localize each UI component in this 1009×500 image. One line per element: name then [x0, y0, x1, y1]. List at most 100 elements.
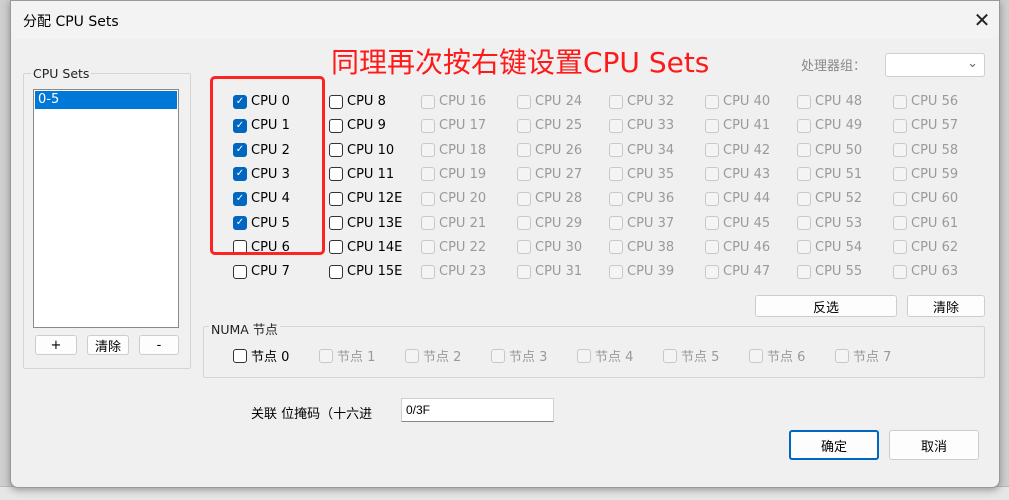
checkbox-unchecked-icon: [609, 167, 623, 182]
clear-cpus-button[interactable]: 清除: [907, 295, 985, 317]
cpu-checkbox: CPU 44: [705, 191, 770, 206]
cpu-label: CPU 7: [251, 264, 290, 280]
list-item[interactable]: 0-5: [35, 91, 177, 109]
cpu-checkbox: CPU 48: [797, 94, 862, 109]
numa-node-label: 节点 3: [509, 350, 548, 365]
cpu-checkbox[interactable]: CPU 8: [329, 94, 386, 109]
checkbox-unchecked-icon: [893, 240, 907, 255]
cpu-label: CPU 39: [627, 264, 675, 280]
cpu-label: CPU 63: [911, 264, 959, 280]
checkbox-unchecked-icon: [797, 143, 811, 158]
cpu-checkbox: CPU 33: [609, 118, 674, 133]
checkbox-unchecked-icon: [609, 216, 623, 230]
annotation-text: 同理再次按右键设置CPU Sets: [331, 46, 710, 79]
cpu-checkbox: CPU 56: [893, 94, 958, 109]
cpu-label: CPU 62: [911, 239, 959, 255]
cpu-label: CPU 47: [723, 264, 771, 280]
checkbox-unchecked-icon: [609, 94, 623, 109]
cpu-label: CPU 53: [815, 215, 863, 231]
cpu-checkbox: CPU 20: [421, 191, 486, 206]
checkbox-unchecked-icon: [893, 118, 907, 133]
cpu-label: CPU 36: [627, 191, 675, 207]
cpu-checkbox[interactable]: CPU 15E: [329, 264, 402, 279]
cpu-checkbox: CPU 51: [797, 167, 862, 182]
numa-node-checkbox[interactable]: 节点 0: [233, 346, 289, 365]
invert-selection-button[interactable]: 反选: [755, 295, 897, 317]
checkbox-unchecked-icon: [421, 264, 435, 279]
remove-button[interactable]: -: [139, 335, 179, 355]
affinity-mask-input[interactable]: [401, 398, 554, 422]
clear-sets-button[interactable]: 清除: [87, 335, 129, 355]
checkbox-unchecked-icon: [329, 264, 343, 279]
cpu-checkbox: CPU 47: [705, 264, 770, 279]
cpu-label: CPU 10: [347, 142, 395, 158]
cpu-checkbox: CPU 42: [705, 143, 770, 158]
numa-node-label: 节点 7: [853, 350, 892, 365]
cancel-button[interactable]: 取消: [889, 430, 979, 460]
cpu-label: CPU 51: [815, 166, 863, 182]
cpu-label: CPU 9: [347, 118, 386, 134]
numa-node-checkbox: 节点 3: [491, 346, 547, 365]
checkbox-unchecked-icon: [421, 240, 435, 255]
checkbox-unchecked-icon: [705, 191, 719, 206]
ok-button[interactable]: 确定: [789, 430, 879, 460]
numa-node-checkbox: 节点 6: [749, 346, 805, 365]
cpu-checkbox: CPU 37: [609, 216, 674, 231]
add-button[interactable]: +: [35, 335, 77, 355]
checkbox-unchecked-icon: [517, 240, 531, 255]
cpu-checkbox: CPU 22: [421, 240, 486, 255]
close-icon[interactable]: ✕: [969, 7, 995, 33]
cpu-label: CPU 29: [535, 215, 583, 231]
checkbox-unchecked-icon: [797, 264, 811, 279]
numa-label: NUMA 节点: [209, 319, 280, 338]
cpu-checkbox: CPU 40: [705, 94, 770, 109]
checkbox-unchecked-icon: [421, 167, 435, 182]
cpu-label: CPU 20: [439, 191, 487, 207]
checkbox-unchecked-icon: [329, 167, 343, 182]
cpu-checkbox[interactable]: CPU 10: [329, 143, 394, 158]
cpu-checkbox[interactable]: CPU 13E: [329, 216, 402, 231]
cpu-label: CPU 14E: [347, 239, 403, 255]
cpu-checkbox[interactable]: CPU 7: [233, 264, 290, 279]
cpu-label: CPU 46: [723, 239, 771, 255]
numa-node-checkbox: 节点 5: [663, 346, 719, 365]
cpu-checkbox: CPU 30: [517, 240, 582, 255]
cpu-checkbox: CPU 24: [517, 94, 582, 109]
cpu-checkbox[interactable]: CPU 14E: [329, 240, 402, 255]
cpu-checkbox: CPU 19: [421, 167, 486, 182]
cpu-checkbox[interactable]: CPU 12E: [329, 191, 402, 206]
cpu-checkbox: CPU 26: [517, 143, 582, 158]
checkbox-unchecked-icon: [893, 264, 907, 279]
cpu-label: CPU 11: [347, 166, 395, 182]
cpu-checkbox: CPU 35: [609, 167, 674, 182]
cpu-label: CPU 35: [627, 166, 675, 182]
cpu-label: CPU 56: [911, 94, 959, 109]
cpu-label: CPU 30: [535, 239, 583, 255]
title-bar: 分配 CPU Sets ✕: [11, 1, 999, 39]
annotation-highlight-box: [210, 76, 325, 255]
cpu-checkbox[interactable]: CPU 9: [329, 118, 386, 133]
checkbox-unchecked-icon: [705, 240, 719, 255]
cpu-label: CPU 58: [911, 142, 959, 158]
cpu-label: CPU 17: [439, 118, 487, 134]
cpu-sets-list[interactable]: 0-5: [33, 89, 179, 328]
cpu-checkbox[interactable]: CPU 11: [329, 167, 394, 182]
checkbox-unchecked-icon: [749, 348, 763, 363]
cpu-label: CPU 52: [815, 191, 863, 207]
cpu-label: CPU 24: [535, 94, 583, 109]
numa-node-label: 节点 5: [681, 350, 720, 365]
cpu-checkbox: CPU 27: [517, 167, 582, 182]
processor-group-select[interactable]: ⌄: [885, 53, 985, 77]
checkbox-unchecked-icon: [797, 167, 811, 182]
checkbox-unchecked-icon: [329, 143, 343, 158]
cpu-checkbox: CPU 54: [797, 240, 862, 255]
checkbox-unchecked-icon: [329, 118, 343, 133]
checkbox-unchecked-icon: [797, 191, 811, 206]
cpu-checkbox: CPU 55: [797, 264, 862, 279]
numa-node-checkbox: 节点 2: [405, 346, 461, 365]
numa-node-label: 节点 1: [337, 350, 376, 365]
cpu-label: CPU 21: [439, 215, 487, 231]
cpu-label: CPU 48: [815, 94, 863, 109]
cpu-label: CPU 28: [535, 191, 583, 207]
checkbox-unchecked-icon: [705, 94, 719, 109]
